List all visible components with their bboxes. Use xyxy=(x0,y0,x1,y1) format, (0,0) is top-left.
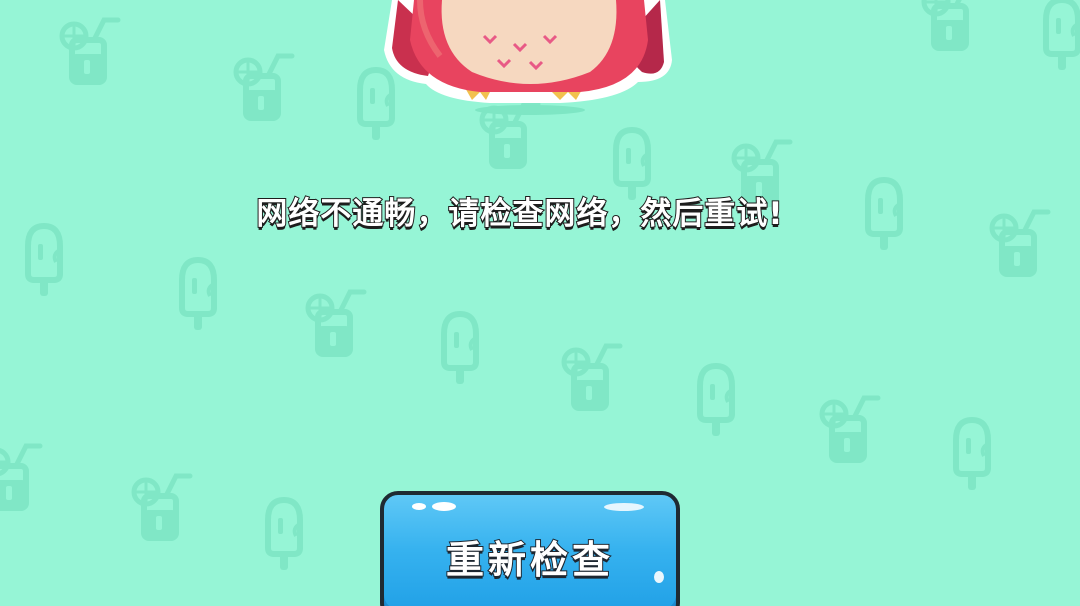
network-error-message: 网络不通畅，请检查网络，然后重试! xyxy=(255,195,784,233)
button-highlight xyxy=(412,503,426,510)
button-highlight xyxy=(604,503,644,511)
retry-check-button[interactable]: 重新检查 xyxy=(380,491,680,606)
retry-check-button-label: 重新检查 xyxy=(445,537,614,583)
owl-icon xyxy=(384,0,672,115)
button-highlight xyxy=(432,502,456,511)
